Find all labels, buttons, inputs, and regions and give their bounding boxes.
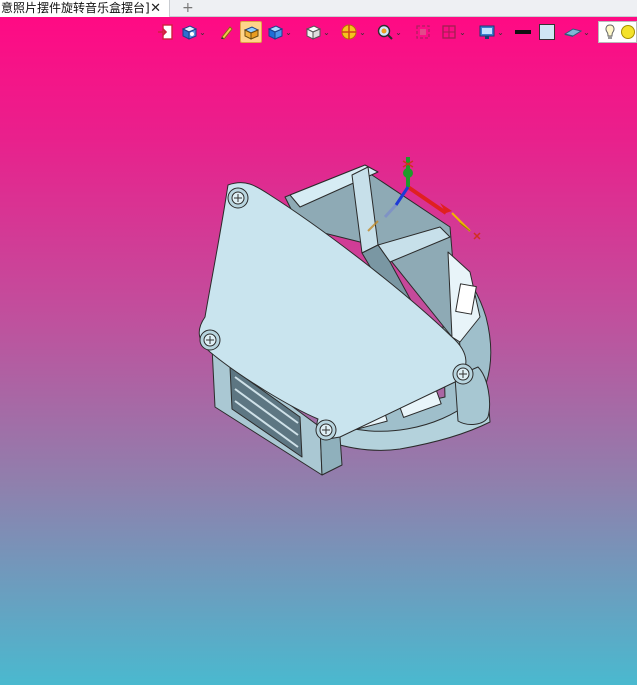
tab-bar: 意照片摆件旋转音乐盒摆台] ✕ + bbox=[0, 0, 637, 17]
screw-boss bbox=[452, 363, 474, 385]
close-tab-icon[interactable]: ✕ bbox=[150, 0, 161, 17]
cad-model[interactable] bbox=[0, 17, 637, 685]
document-tab[interactable]: 意照片摆件旋转音乐盒摆台] ✕ bbox=[0, 0, 170, 17]
screw-boss bbox=[199, 329, 221, 351]
new-tab-icon[interactable]: + bbox=[182, 0, 194, 16]
graphics-viewport[interactable]: ⌄ ⌄ ⌄ ⌄ ⌄ ⌄ ⌄ ⌄ bbox=[0, 17, 637, 685]
document-tab-title: 意照片摆件旋转音乐盒摆台] bbox=[1, 1, 150, 15]
screw-boss bbox=[227, 187, 249, 209]
screw-boss bbox=[315, 419, 337, 441]
